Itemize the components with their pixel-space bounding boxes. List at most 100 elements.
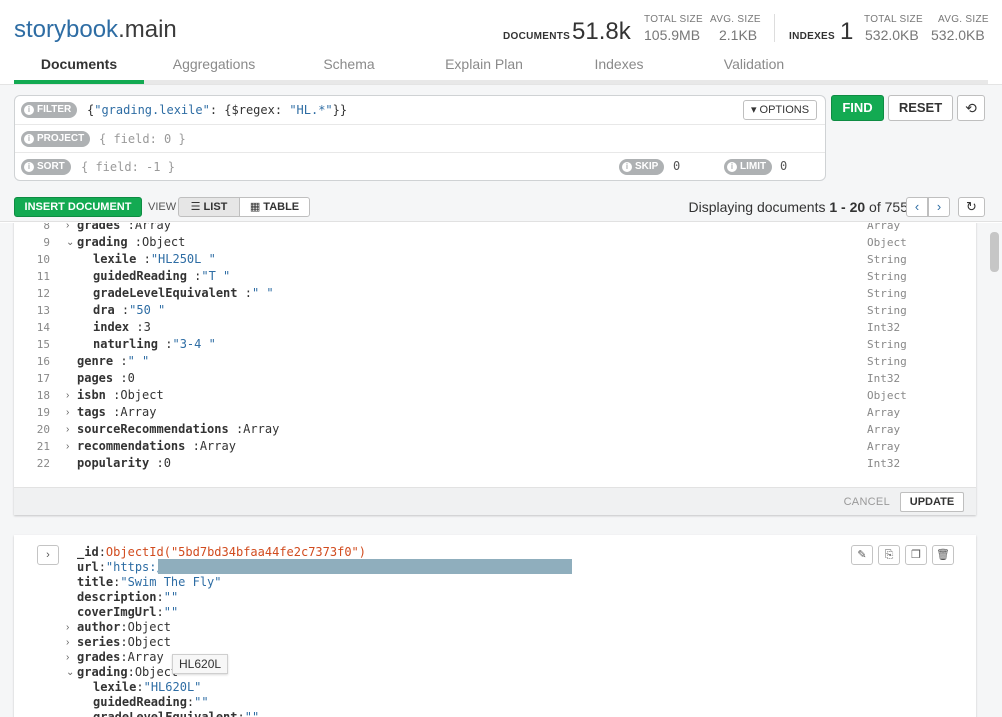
field-value[interactable]: Object: [142, 235, 185, 249]
list-view-button[interactable]: ☰ LIST: [178, 197, 240, 217]
field-key[interactable]: grades: [77, 223, 120, 232]
cancel-button[interactable]: CANCEL: [844, 496, 890, 508]
field-type[interactable]: Object: [867, 234, 907, 251]
field-type[interactable]: Int32: [867, 319, 900, 336]
caret-right-icon[interactable]: ›: [66, 650, 69, 665]
field-key[interactable]: recommendations: [77, 439, 185, 453]
field-key[interactable]: index: [93, 320, 129, 334]
caret-right-icon[interactable]: ›: [66, 635, 69, 650]
insert-document-button[interactable]: INSERT DOCUMENT: [14, 197, 142, 217]
document-field-row[interactable]: 20 › sourceRecommendations :Array Array: [14, 421, 976, 438]
field-key[interactable]: isbn: [77, 388, 106, 402]
field-type[interactable]: Array: [867, 438, 900, 455]
document-field-row[interactable]: 10 lexile :"HL250L " String: [14, 251, 976, 268]
field-value[interactable]: " ": [252, 286, 274, 300]
field-key[interactable]: dra: [93, 303, 115, 317]
update-button[interactable]: UPDATE: [900, 492, 964, 512]
document-field-row[interactable]: 22 popularity :0 Int32: [14, 455, 976, 472]
field-value[interactable]: 3: [144, 320, 151, 334]
caret-down-icon[interactable]: ⌄: [66, 665, 74, 680]
field-type[interactable]: String: [867, 336, 907, 353]
field-key[interactable]: popularity: [77, 456, 149, 470]
field-key[interactable]: sourceRecommendations: [77, 422, 229, 436]
tab-aggregations[interactable]: Aggregations: [144, 56, 284, 80]
field-value[interactable]: "3-4 ": [172, 337, 215, 351]
tab-indexes[interactable]: Indexes: [554, 56, 684, 80]
document-field-row[interactable]: 13 dra :"50 " String: [14, 302, 976, 319]
caret-right-icon[interactable]: ›: [66, 620, 69, 635]
field-key[interactable]: guidedReading: [93, 269, 187, 283]
field-value[interactable]: Array: [120, 405, 156, 419]
document-field-row[interactable]: 21 › recommendations :Array Array: [14, 438, 976, 455]
field-key[interactable]: genre: [77, 354, 113, 368]
document-field-row[interactable]: 18 › isbn :Object Object: [14, 387, 976, 404]
document-field-row[interactable]: 14 index :3 Int32: [14, 319, 976, 336]
scrollbar-thumb[interactable]: [990, 232, 999, 272]
filter-input[interactable]: {"grading.lexile": {$regex: "HL.*"}}: [87, 102, 347, 118]
table-view-button[interactable]: ▦ TABLE: [239, 197, 310, 217]
field-type[interactable]: Int32: [867, 370, 900, 387]
project-input[interactable]: { field: 0 }: [99, 131, 186, 147]
document-field-row[interactable]: 16 genre :" " String: [14, 353, 976, 370]
field-value[interactable]: 0: [128, 371, 135, 385]
caret-right-icon[interactable]: ›: [66, 223, 69, 234]
next-page-button[interactable]: ›: [928, 197, 950, 217]
caret-down-icon[interactable]: ⌄: [66, 234, 74, 251]
caret-right-icon[interactable]: ›: [66, 387, 69, 404]
document-field-row[interactable]: 8 › grades :Array Array: [14, 223, 976, 234]
find-button[interactable]: FIND: [831, 95, 884, 121]
caret-right-icon[interactable]: ›: [66, 421, 69, 438]
tab-documents[interactable]: Documents: [14, 56, 144, 80]
field-value[interactable]: "T ": [201, 269, 230, 283]
field-type[interactable]: String: [867, 353, 907, 370]
delete-document-button[interactable]: 🗑: [932, 545, 954, 565]
document-field-row[interactable]: 15 naturling :"3-4 " String: [14, 336, 976, 353]
field-value[interactable]: "HL250L ": [151, 252, 216, 266]
caret-right-icon[interactable]: ›: [66, 404, 69, 421]
document-field-row[interactable]: 19 › tags :Array Array: [14, 404, 976, 421]
document-field-row[interactable]: 9 ⌄ grading :Object Object: [14, 234, 976, 251]
refresh-button[interactable]: ↻: [958, 197, 985, 217]
field-value[interactable]: Array: [200, 439, 236, 453]
sort-pill[interactable]: i SORT: [21, 159, 71, 175]
field-type[interactable]: String: [867, 302, 907, 319]
field-type[interactable]: Int32: [867, 455, 900, 472]
skip-pill[interactable]: i SKIP: [619, 159, 665, 175]
limit-input[interactable]: 0: [780, 159, 787, 173]
field-value[interactable]: " ": [128, 354, 150, 368]
limit-pill[interactable]: i LIMIT: [724, 159, 773, 175]
edit-document-button[interactable]: ✎: [851, 545, 873, 565]
filter-pill[interactable]: i FILTER: [21, 102, 78, 118]
field-key[interactable]: gradeLevelEquivalent: [93, 286, 238, 300]
field-key[interactable]: naturling: [93, 337, 158, 351]
options-button[interactable]: ▾ OPTIONS: [743, 100, 817, 120]
tab-validation[interactable]: Validation: [684, 56, 824, 80]
field-value[interactable]: Array: [243, 422, 279, 436]
copy-document-button[interactable]: ⎘: [878, 545, 900, 565]
field-type[interactable]: String: [867, 251, 907, 268]
field-value[interactable]: Object: [120, 388, 163, 402]
clone-document-button[interactable]: ❐: [905, 545, 927, 565]
tab-schema[interactable]: Schema: [284, 56, 414, 80]
reset-button[interactable]: RESET: [888, 95, 953, 121]
sort-input[interactable]: { field: -1 }: [81, 159, 175, 175]
field-key[interactable]: lexile: [93, 252, 136, 266]
field-key[interactable]: grading: [77, 235, 128, 249]
field-key[interactable]: tags: [77, 405, 106, 419]
document-field-row[interactable]: 11 guidedReading :"T " String: [14, 268, 976, 285]
field-type[interactable]: String: [867, 285, 907, 302]
field-value[interactable]: 0: [164, 456, 171, 470]
document-field-row[interactable]: 17 pages :0 Int32: [14, 370, 976, 387]
caret-right-icon[interactable]: ›: [66, 438, 69, 455]
document-field-row[interactable]: 12 gradeLevelEquivalent :" " String: [14, 285, 976, 302]
field-type[interactable]: Array: [867, 404, 900, 421]
tab-explain-plan[interactable]: Explain Plan: [414, 56, 554, 80]
field-type[interactable]: Array: [867, 223, 900, 234]
field-type[interactable]: String: [867, 268, 907, 285]
field-value[interactable]: "50 ": [129, 303, 165, 317]
field-value[interactable]: Array: [135, 223, 171, 232]
query-history-button[interactable]: ⟲: [957, 95, 985, 121]
field-key[interactable]: pages: [77, 371, 113, 385]
project-pill[interactable]: i PROJECT: [21, 131, 91, 147]
skip-input[interactable]: 0: [673, 159, 680, 173]
